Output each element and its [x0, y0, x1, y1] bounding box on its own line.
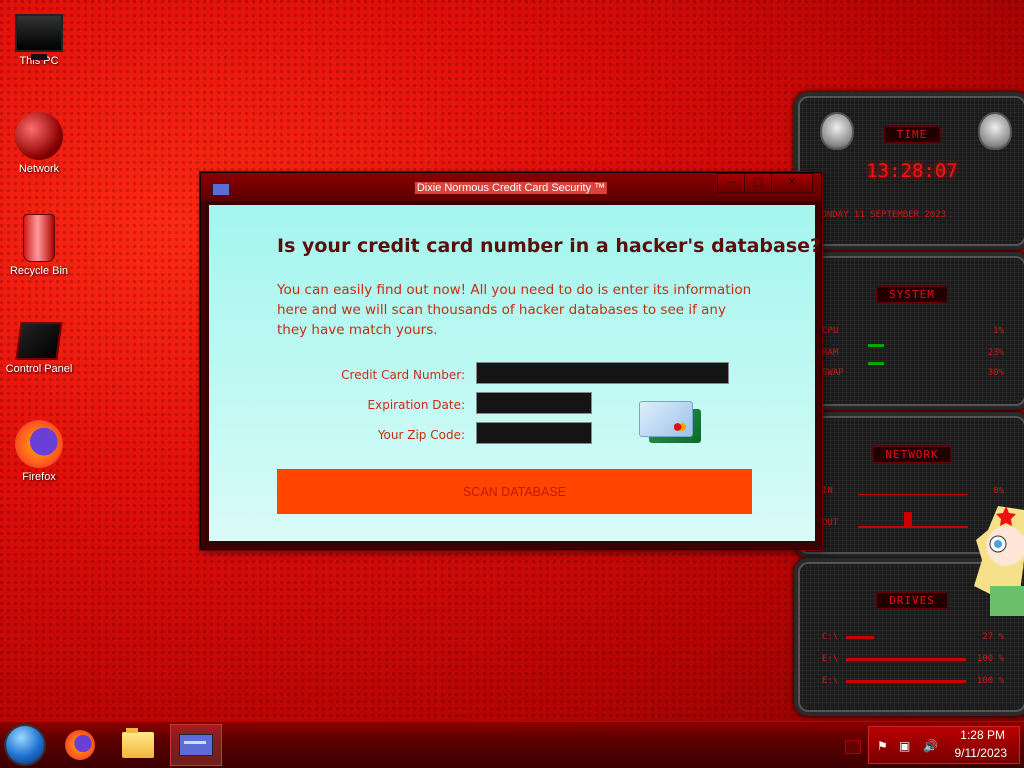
desktop-icon-network[interactable]: Network: [4, 112, 74, 175]
expiration-date-label: Expiration Date:: [367, 398, 465, 412]
drive-usage-bar: [846, 658, 966, 661]
system-monitor-gadget: TIME 13:28:07 MONDAY 11 SEPTEMBER 2023 S…: [794, 92, 1024, 716]
show-hidden-icons-button[interactable]: [845, 740, 861, 754]
drive-value: 100 %: [976, 654, 1004, 664]
maximize-button[interactable]: □: [744, 173, 772, 193]
net-out-graph: [858, 526, 968, 528]
start-button[interactable]: [6, 726, 44, 764]
control-panel-icon: [15, 322, 63, 360]
card-number-input[interactable]: [476, 362, 729, 384]
action-center-flag-icon[interactable]: ⚑: [877, 739, 888, 753]
alien-head-icon: [978, 112, 1012, 150]
card-front-image: [639, 401, 693, 437]
desktop-icon-label: Network: [18, 163, 60, 175]
swap-bar: [868, 362, 884, 365]
network-status-icon[interactable]: ▣: [899, 739, 910, 753]
scan-database-button[interactable]: SCAN DATABASE: [277, 469, 752, 514]
cartoon-character-sticker: [968, 500, 1024, 618]
desktop-icon-label: Recycle Bin: [9, 265, 69, 277]
desktop-icon-label: Firefox: [22, 471, 56, 483]
desktop-icon-label: Control Panel: [5, 363, 73, 375]
cpu-label: CPU: [822, 326, 839, 336]
drive-value: 100 %: [976, 676, 1004, 686]
system-tray: ⚑ ▣ 🔊 1:28 PM 9/11/2023: [868, 726, 1020, 764]
drive-label: E:\: [822, 654, 839, 664]
drive-label: E:\: [822, 676, 839, 686]
folder-icon: [122, 728, 154, 758]
desktop-icon-firefox[interactable]: Firefox: [4, 420, 74, 483]
window-content: Is your credit card number in a hacker's…: [209, 205, 821, 541]
time-gadget: TIME 13:28:07 MONDAY 11 SEPTEMBER 2023: [794, 92, 1024, 250]
desktop-icon-control-panel[interactable]: Control Panel: [4, 316, 74, 375]
taskbar-credit-card-app[interactable]: [170, 724, 222, 766]
minimize-button[interactable]: —: [717, 173, 745, 193]
ram-bar: [868, 344, 884, 347]
alien-head-icon: [820, 112, 854, 150]
app-card-icon: [212, 183, 230, 196]
clock-date[interactable]: 9/11/2023: [955, 746, 1008, 760]
ram-value: 23%: [987, 348, 1004, 358]
gadget-title: NETWORK: [872, 446, 952, 463]
net-in-value: 0%: [993, 486, 1004, 496]
network-icon: [15, 112, 63, 160]
monitor-icon: [15, 14, 63, 60]
description-text: You can easily find out now! All you nee…: [277, 282, 752, 338]
drive-usage-bar: [846, 680, 966, 683]
desktop-icon-recycle-bin[interactable]: Recycle Bin: [4, 214, 74, 277]
drive-label: C:\: [822, 632, 839, 642]
taskbar-firefox[interactable]: [54, 724, 106, 766]
gadget-title: DRIVES: [876, 592, 948, 609]
swap-value: 30%: [987, 368, 1004, 378]
gadget-date: MONDAY 11 SEPTEMBER 2023: [816, 210, 947, 220]
window-title: Dixie Normous Credit Card Security ™: [414, 182, 608, 194]
close-button[interactable]: ✕: [771, 173, 813, 193]
taskbar: ⚑ ▣ 🔊 1:28 PM 9/11/2023: [0, 721, 1024, 768]
gadget-clock: 13:28:07: [866, 160, 958, 182]
swap-label: SWAP: [822, 368, 844, 378]
drive-usage-bar: [846, 636, 874, 639]
window-titlebar[interactable]: Dixie Normous Credit Card Security ™ — □…: [201, 173, 821, 201]
recycle-bin-icon: [23, 214, 55, 262]
desktop-icon-this-pc[interactable]: This PC: [4, 8, 74, 67]
cpu-value: 1%: [993, 326, 1004, 336]
taskbar-file-explorer[interactable]: [112, 724, 164, 766]
credit-cards-icon: [639, 401, 705, 447]
system-gadget: SYSTEM CPU 1% RAM 23% SWAP 30%: [794, 252, 1024, 410]
expiration-date-input[interactable]: [476, 392, 592, 414]
gadget-title: SYSTEM: [876, 286, 948, 303]
net-in-graph: [858, 494, 968, 495]
page-title: Is your credit card number in a hacker's…: [277, 235, 822, 257]
net-out-spike: [904, 512, 912, 526]
firefox-icon: [15, 420, 63, 468]
card-number-label: Credit Card Number:: [341, 368, 465, 382]
volume-icon[interactable]: 🔊: [923, 739, 938, 753]
window-controls: — □ ✕: [717, 173, 813, 193]
net-out-label: OUT: [822, 518, 839, 528]
app-card-icon: [179, 734, 213, 756]
firefox-icon: [65, 730, 95, 760]
net-in-label: IN: [822, 486, 833, 496]
clock-time[interactable]: 1:28 PM: [960, 728, 1005, 742]
credit-card-security-window: Dixie Normous Credit Card Security ™ — □…: [200, 172, 822, 550]
drive-value: 27 %: [982, 632, 1004, 642]
gadget-title: TIME: [883, 126, 941, 143]
zip-code-input[interactable]: [476, 422, 592, 444]
ram-label: RAM: [822, 348, 839, 358]
zip-code-label: Your Zip Code:: [377, 428, 465, 442]
